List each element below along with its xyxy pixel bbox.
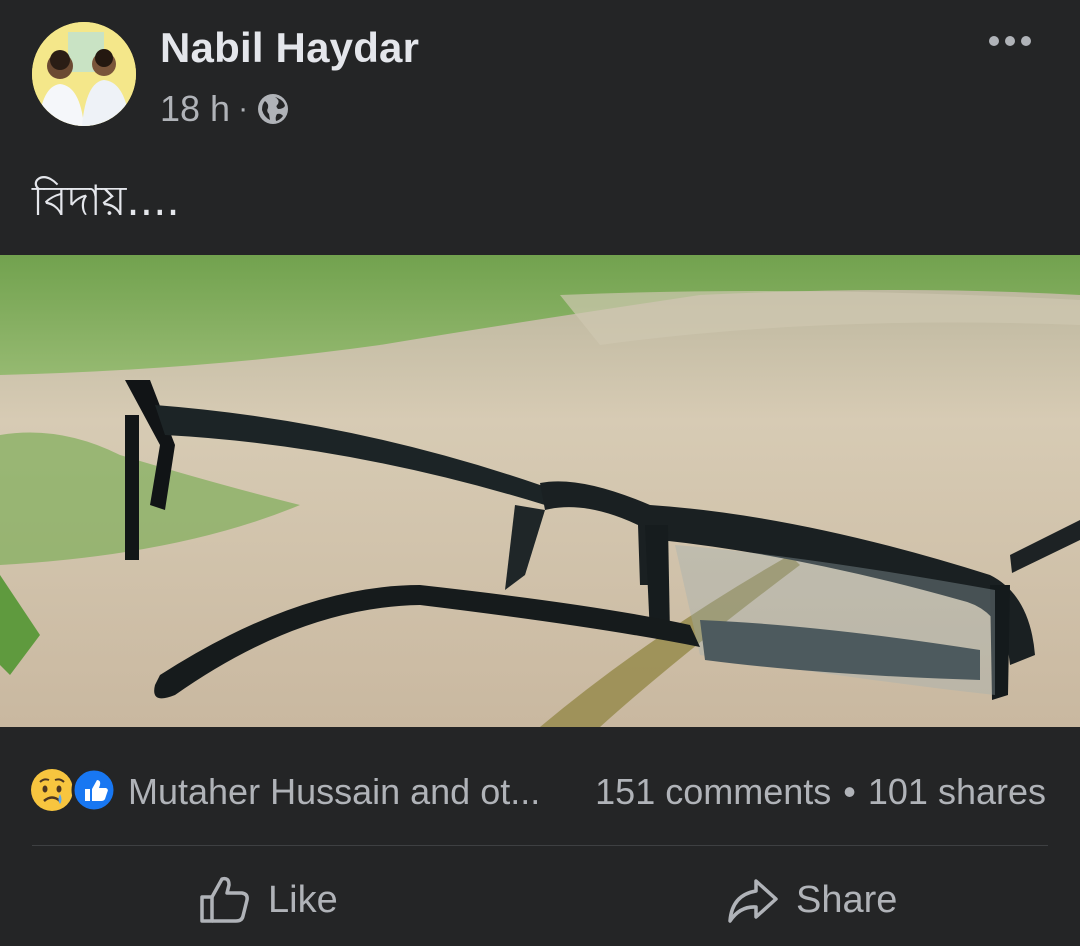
avatar-image: [32, 22, 136, 126]
post-text: বিদায়....: [32, 176, 180, 225]
more-options-icon[interactable]: [980, 24, 1040, 58]
post-actions: Like Share: [0, 846, 1080, 946]
more-dot: [1005, 36, 1015, 46]
post-meta: 18 h ·: [160, 88, 290, 130]
like-icon: [200, 876, 249, 923]
post-photo[interactable]: [0, 255, 1080, 727]
reaction-icons: [31, 767, 117, 813]
post-header: Nabil Haydar 18 h · বিদায়....: [0, 0, 1080, 255]
author-name[interactable]: Nabil Haydar: [160, 24, 419, 72]
meta-separator: ·: [238, 92, 249, 125]
author-avatar[interactable]: [32, 22, 136, 126]
shares-count[interactable]: 101 shares: [868, 771, 1046, 813]
comments-count[interactable]: 151 comments: [595, 771, 831, 813]
like-label: Like: [268, 878, 338, 921]
reactors-text[interactable]: Mutaher Hussain and ot...: [128, 771, 540, 813]
more-dot: [1021, 36, 1031, 46]
like-button[interactable]: Like: [198, 872, 338, 928]
share-icon: [728, 879, 778, 923]
engagement-counts: 151 comments • 101 shares: [595, 771, 1046, 813]
broken-glasses-photo: [0, 255, 1080, 727]
counts-separator: •: [843, 771, 856, 812]
post-stats: Mutaher Hussain and ot... 151 comments •…: [0, 727, 1080, 845]
reaction-summary[interactable]: [30, 767, 120, 813]
globe-icon[interactable]: [256, 92, 290, 126]
sad-reaction-icon: [31, 769, 73, 811]
share-button[interactable]: Share: [726, 872, 897, 928]
post-time[interactable]: 18 h: [160, 88, 230, 130]
like-reaction-icon: [71, 767, 117, 813]
share-label: Share: [796, 878, 898, 921]
more-dot: [989, 36, 999, 46]
